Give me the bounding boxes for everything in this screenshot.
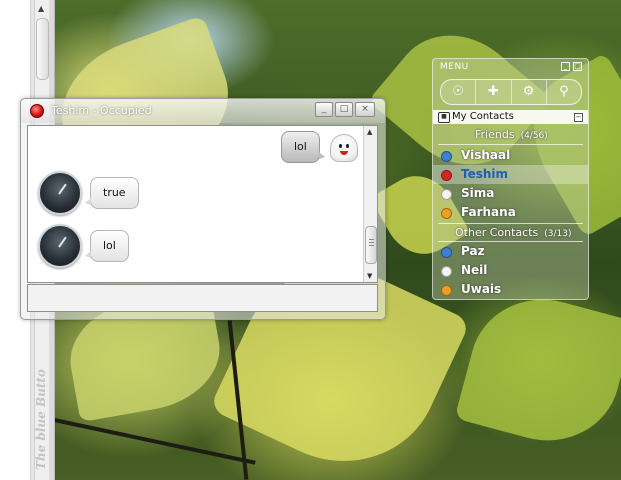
contact-row[interactable]: Uwais (433, 280, 588, 299)
scroll-down-arrow-icon[interactable]: ▼ (367, 272, 372, 280)
scroll-up-arrow-icon[interactable]: ▲ (38, 4, 44, 13)
contact-row[interactable]: Neil (433, 261, 588, 280)
scrollbar-thumb[interactable] (365, 226, 377, 264)
contact-name: Sima (461, 186, 495, 200)
contacts-icon[interactable]: ☉ (441, 80, 477, 104)
contacts-toolbar: ☉ ✚ ⚙ ⚲ (440, 79, 582, 105)
minimize-button[interactable]: _ (315, 102, 333, 117)
contact-row[interactable]: Farhana (433, 203, 588, 222)
message-history[interactable]: lol true lol ▲ ▼ (27, 125, 378, 283)
message-scrollbar[interactable]: ▲ ▼ (363, 126, 377, 282)
chat-window: Teshim - Occupied _ □ × lol true lol ▲ ▼ (20, 98, 386, 320)
ghost-avatar-icon (330, 134, 358, 162)
wallpaper-branch (39, 415, 256, 465)
wallpaper-leaf (454, 282, 621, 458)
background-window-text: The blue Butto (34, 369, 48, 470)
contact-name: Uwais (461, 282, 502, 296)
message-input[interactable] (27, 284, 378, 312)
contact-row-selected[interactable]: Teshim (433, 165, 588, 184)
contact-name: Paz (461, 244, 485, 258)
panel-minimize-button[interactable]: _ (561, 62, 570, 71)
group-title: Friends (4/56) (475, 128, 548, 141)
contact-avatar-icon (38, 224, 82, 268)
status-dot-icon (441, 151, 452, 162)
status-dot-icon (441, 189, 452, 200)
status-dot-icon (441, 208, 452, 219)
scrollbar-thumb[interactable] (36, 18, 49, 80)
contact-row[interactable]: Vishaal (433, 146, 588, 165)
panel-controls: _ □ (561, 62, 582, 71)
group-title: Other Contacts (3/13) (455, 226, 572, 239)
settings-icon[interactable]: ⚙ (512, 80, 547, 104)
chat-window-title: Teshim - Occupied (51, 104, 152, 117)
menu-label[interactable]: MENU (440, 62, 469, 72)
contacts-section-header[interactable]: ■ My Contacts − (433, 110, 588, 124)
message-bubble-received: true (85, 177, 139, 209)
status-dot-icon (441, 285, 452, 296)
section-title: My Contacts (452, 111, 514, 122)
plugin-icon[interactable]: ✚ (476, 80, 512, 104)
status-dot-icon (441, 170, 452, 181)
group-count: (4/56) (520, 131, 548, 141)
contact-avatar-icon (38, 171, 82, 215)
status-dot-icon (441, 247, 452, 258)
contact-name: Farhana (461, 205, 516, 219)
contact-name: Vishaal (461, 148, 511, 162)
scroll-up-arrow-icon[interactable]: ▲ (367, 128, 372, 136)
contacts-book-icon: ■ (438, 112, 450, 123)
close-button[interactable]: × (355, 102, 375, 117)
status-indicator-icon (30, 104, 44, 118)
message-bubble-sent: lol (281, 131, 325, 163)
scrollbar-grip-icon (369, 239, 374, 240)
panel-close-button[interactable]: □ (573, 62, 582, 71)
contact-name: Teshim (461, 167, 509, 181)
collapse-button[interactable]: − (574, 113, 583, 122)
contact-name: Neil (461, 263, 488, 277)
group-count: (3/13) (544, 229, 572, 239)
maximize-button[interactable]: □ (335, 102, 353, 117)
contact-group-friends[interactable]: Friends (4/56) (433, 126, 588, 144)
message-bubble-received: lol (85, 230, 129, 262)
window-controls: _ □ × (315, 102, 375, 117)
contact-group-other[interactable]: Other Contacts (3/13) (433, 224, 588, 242)
status-dot-icon (441, 266, 452, 277)
divider (438, 144, 583, 145)
search-icon[interactable]: ⚲ (547, 80, 581, 104)
contact-row[interactable]: Sima (433, 184, 588, 203)
contact-list-panel: MENU _ □ ☉ ✚ ⚙ ⚲ ■ My Contacts − Friends… (432, 58, 589, 300)
chat-titlebar[interactable]: Teshim - Occupied _ □ × (21, 99, 385, 123)
contact-row[interactable]: Paz (433, 242, 588, 261)
